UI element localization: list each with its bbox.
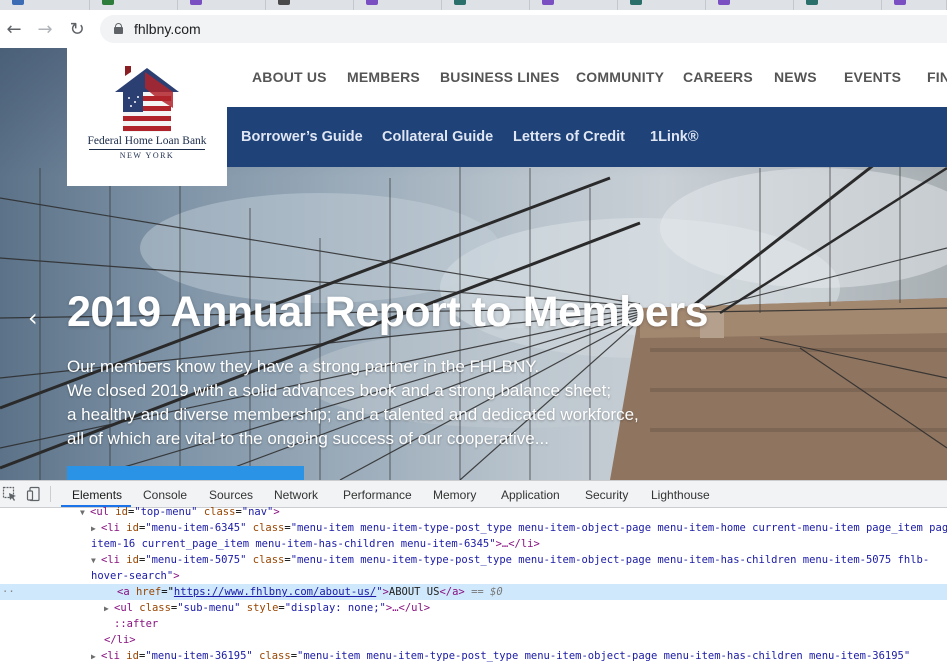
top-menu-news[interactable]: NEWS: [774, 69, 817, 85]
logo-divider: [89, 149, 205, 150]
house-flag-icon: [115, 66, 179, 132]
toolbar-divider: [50, 486, 51, 502]
tab-favicon-icon: [102, 0, 114, 5]
dom-node-li-5075[interactable]: ▼ <li id="menu-item-5075" class="menu-ite…: [0, 552, 947, 568]
device-mode-icon: [26, 486, 40, 502]
reload-icon: ↻: [69, 18, 85, 40]
top-menu-members[interactable]: MEMBERS: [347, 69, 420, 85]
browser-tab-strip: [0, 0, 947, 10]
tab-memory[interactable]: Memory: [433, 488, 476, 502]
tab-favicon-icon: [12, 0, 24, 5]
collapsed-triangle-icon[interactable]: ▶: [91, 649, 101, 664]
dom-node-ul-top-menu[interactable]: ▼ <ul id="top-menu" class="nav">: [0, 504, 947, 520]
website-viewport: Federal Home Loan Bank NEW YORK ABOUT US…: [0, 48, 947, 480]
tab-favicon-icon: [278, 0, 290, 5]
tab-performance[interactable]: Performance: [343, 488, 412, 502]
dom-tree: ▼ <ul id="top-menu" class="nav"> ▶ <li id=…: [0, 506, 947, 671]
browser-tab[interactable]: [354, 0, 442, 10]
tab-favicon-icon: [718, 0, 730, 5]
top-menu-business-lines[interactable]: BUSINESS LINES: [440, 69, 560, 85]
hero-blurb-line: a healthy and diverse membership; and a …: [67, 405, 639, 424]
tab-sources[interactable]: Sources: [209, 488, 253, 502]
tab-favicon-icon: [454, 0, 466, 5]
cursor-select-icon: [2, 486, 16, 501]
fhlbny-logo[interactable]: Federal Home Loan Bank NEW YORK: [67, 48, 227, 186]
address-bar[interactable]: fhlbny.com: [100, 15, 947, 43]
hero-blurb: Our members know they have a strong part…: [67, 355, 767, 451]
logo-bank-name: Federal Home Loan Bank: [87, 135, 207, 147]
quick-link-letters-of-credit[interactable]: Letters of Credit: [513, 129, 625, 145]
collapsed-triangle-icon[interactable]: ▶: [91, 521, 101, 536]
collapsed-triangle-icon[interactable]: ▶: [104, 601, 114, 616]
tab-lighthouse[interactable]: Lighthouse: [651, 488, 710, 502]
browser-tab[interactable]: [618, 0, 706, 10]
tab-network[interactable]: Network: [274, 488, 318, 502]
forward-button[interactable]: →: [33, 17, 57, 41]
quick-link-1link[interactable]: 1Link®: [650, 129, 699, 145]
quick-link-collateral-guide[interactable]: Collateral Guide: [382, 129, 493, 145]
hero-blurb-line: all of which are vital to the ongoing su…: [67, 429, 549, 448]
hero-cta-button[interactable]: [67, 466, 304, 480]
quick-links-bar: Borrower’s Guide Collateral Guide Letter…: [227, 107, 947, 167]
arrow-right-icon: →: [37, 18, 53, 40]
hero-blurb-line: We closed 2019 with a solid advances boo…: [67, 381, 612, 400]
browser-tab[interactable]: [0, 0, 90, 10]
quick-link-borrowers-guide[interactable]: Borrower’s Guide: [241, 129, 363, 145]
tab-security[interactable]: Security: [585, 488, 628, 502]
ellipsis-icon[interactable]: ··: [2, 584, 15, 600]
expanded-triangle-icon[interactable]: ▼: [80, 505, 90, 520]
top-menu-events[interactable]: EVENTS: [844, 69, 901, 85]
back-button[interactable]: ←: [2, 17, 26, 41]
tab-elements[interactable]: Elements: [72, 488, 122, 502]
browser-tab[interactable]: [266, 0, 354, 10]
browser-tab[interactable]: [530, 0, 618, 10]
dom-node-li-6345-continued[interactable]: item-16 current_page_item menu-item-has-…: [0, 536, 947, 552]
browser-toolbar: ← → ↻ fhlbny.com: [0, 10, 947, 48]
url-text: fhlbny.com: [134, 21, 201, 37]
inspect-element-button[interactable]: [2, 486, 18, 502]
lock-icon: [114, 23, 123, 34]
tab-favicon-icon: [190, 0, 202, 5]
tab-application[interactable]: Application: [501, 488, 560, 502]
browser-tab[interactable]: [882, 0, 947, 10]
tab-favicon-icon: [542, 0, 554, 5]
dom-node-li-5075-continued[interactable]: hover-search">: [0, 568, 947, 584]
hero-headline: 2019 Annual Report to Members: [67, 288, 709, 336]
arrow-left-icon: ←: [6, 18, 22, 40]
tab-favicon-icon: [630, 0, 642, 5]
chevron-left-icon: ‹: [28, 304, 38, 332]
top-menu-community[interactable]: COMMUNITY: [576, 69, 664, 85]
dom-node-a-about-us-selected[interactable]: ·· <a href="https://www.fhlbny.com/about-…: [0, 584, 947, 600]
top-menu-careers[interactable]: CAREERS: [683, 69, 753, 85]
dom-node-li-6345[interactable]: ▶ <li id="menu-item-6345" class="menu-ite…: [0, 520, 947, 536]
tab-favicon-icon: [806, 0, 818, 5]
browser-tab[interactable]: [178, 0, 266, 10]
top-menu: ABOUT US MEMBERS BUSINESS LINES COMMUNIT…: [227, 48, 947, 107]
top-menu-about-us[interactable]: ABOUT US: [252, 69, 327, 85]
dom-node-ul-sub-menu[interactable]: ▶ <ul class="sub-menu" style="display: no…: [0, 600, 947, 616]
top-menu-fin[interactable]: FIN: [927, 69, 947, 85]
tab-console[interactable]: Console: [143, 488, 187, 502]
expanded-triangle-icon[interactable]: ▼: [91, 553, 101, 568]
devtools-panel: Elements Console Sources Network Perform…: [0, 480, 947, 670]
dom-href-link[interactable]: https://www.fhlbny.com/about-us/: [174, 586, 376, 598]
tab-favicon-icon: [366, 0, 378, 5]
device-toolbar-button[interactable]: [26, 486, 42, 502]
logo-location: NEW YORK: [119, 151, 175, 160]
browser-tab[interactable]: [90, 0, 178, 10]
dom-node-after-pseudo[interactable]: ::after: [0, 616, 947, 632]
reload-button[interactable]: ↻: [65, 17, 89, 41]
dom-node-li-close[interactable]: </li>: [0, 632, 947, 648]
carousel-prev-button[interactable]: ‹: [28, 304, 48, 332]
dom-node-li-36195[interactable]: ▶ <li id="menu-item-36195" class="menu-it…: [0, 648, 947, 664]
browser-tab[interactable]: [442, 0, 530, 10]
tab-favicon-icon: [894, 0, 906, 5]
browser-tab[interactable]: [706, 0, 794, 10]
hero-blurb-line: Our members know they have a strong part…: [67, 357, 540, 376]
browser-tab[interactable]: [794, 0, 882, 10]
